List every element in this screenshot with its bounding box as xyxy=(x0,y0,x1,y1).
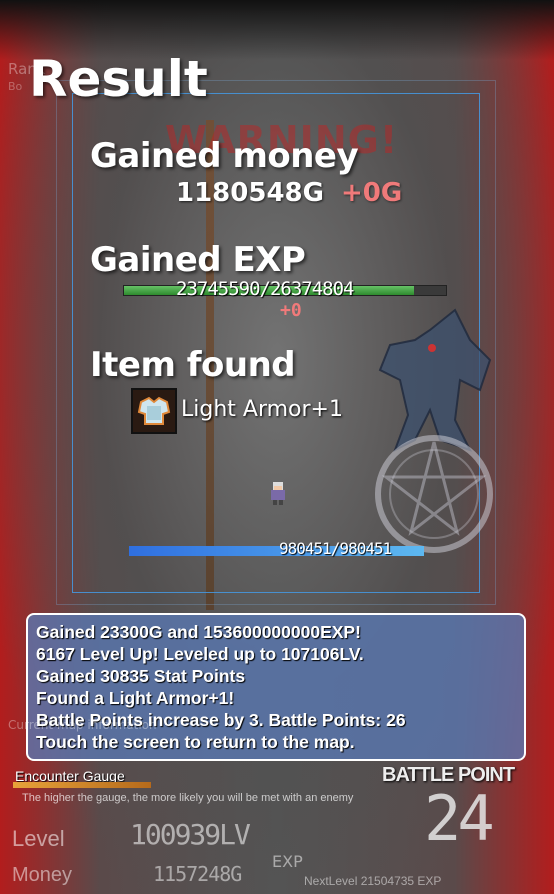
gained-money-heading: Gained money xyxy=(90,136,359,176)
money-label: Money xyxy=(12,864,73,886)
next-level-text: NextLevel 21504735 EXP xyxy=(304,874,442,888)
level-value: 100939LV xyxy=(130,818,251,851)
message-line: Gained 30835 Stat Points xyxy=(36,666,246,686)
battle-point-value: 24 xyxy=(424,782,495,855)
gained-exp-heading: Gained EXP xyxy=(90,240,306,280)
item-found-heading: Item found xyxy=(90,345,296,385)
message-line: Found a Light Armor+1! xyxy=(36,688,235,708)
exp-progress-text: 23745590/26374804 xyxy=(176,278,354,300)
money-value: 1157248G xyxy=(153,862,242,886)
background-rank-sub: Bo xyxy=(8,80,23,93)
money-gain: +0G xyxy=(341,178,403,208)
hero-sprite-icon xyxy=(271,482,285,505)
battle-message-box[interactable]: Gained 23300G and 153600000000EXP! 6167 … xyxy=(26,613,526,761)
message-line: Touch the screen to return to the map. xyxy=(36,732,355,752)
exp-label: EXP xyxy=(272,852,303,871)
money-total: 1180548G xyxy=(176,178,324,208)
magic-circle-icon xyxy=(375,435,493,553)
result-title: Result xyxy=(29,50,208,108)
message-line: Gained 23300G and 153600000000EXP! xyxy=(36,622,361,642)
hp-text: 980451/980451 xyxy=(279,539,392,558)
encounter-gauge-bar xyxy=(13,782,151,788)
level-label: Level xyxy=(12,826,65,851)
message-line: 6167 Level Up! Leveled up to 107106LV. xyxy=(36,644,364,664)
encounter-gauge-note: The higher the gauge, the more likely yo… xyxy=(22,792,354,804)
item-name: Light Armor+1 xyxy=(181,397,343,422)
exp-gain: +0 xyxy=(280,300,302,321)
armor-icon xyxy=(131,388,177,434)
current-map-label: Current map information xyxy=(8,718,157,732)
